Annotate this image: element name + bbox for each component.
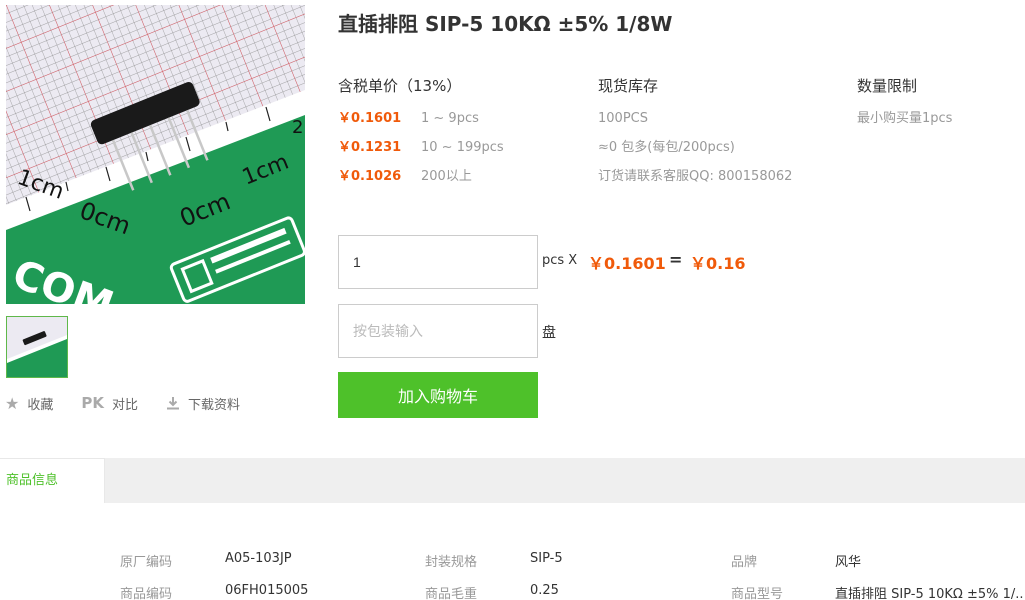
price-tier-row: ￥0.1026 200以上: [338, 167, 504, 196]
package-input[interactable]: [338, 304, 538, 358]
spec-value: 0.25: [530, 583, 559, 598]
price-tier-row: ￥0.1231 10 ~ 199pcs: [338, 138, 504, 167]
favorite-button[interactable]: ★ 收藏: [5, 394, 53, 413]
add-to-cart-button[interactable]: 加入购物车: [338, 372, 538, 418]
thumbnail-image[interactable]: [6, 316, 68, 378]
spec-label: 原厂编码: [120, 555, 173, 570]
product-image[interactable]: 1cm 0cm 0cm 1cm 2 COM: [6, 5, 305, 304]
unit-price: ￥0.1601: [588, 254, 666, 273]
download-label: 下载资料: [188, 397, 241, 413]
compare-label: 对比: [111, 397, 138, 413]
spec-value: SIP-5: [530, 551, 563, 566]
quantity-unit: pcs X: [542, 253, 578, 268]
tier-price: ￥0.1026: [338, 169, 402, 184]
tier-range: 200以上: [421, 169, 472, 184]
spec-value: 06FH015005: [225, 583, 309, 598]
product-title: 直插排阻 SIP-5 10KΩ ±5% 1/8W: [338, 12, 673, 36]
limit-header: 数量限制: [857, 77, 918, 95]
spec-label: 商品毛重: [425, 587, 478, 600]
min-purchase: 最小购买量1pcs: [857, 111, 953, 126]
spec-label: 商品型号: [731, 587, 784, 600]
spec-value: A05-103JP: [225, 551, 292, 566]
spec-label: 封装规格: [425, 555, 478, 570]
tier-price: ￥0.1231: [338, 140, 402, 155]
download-icon: [166, 396, 180, 410]
quantity-input[interactable]: [338, 235, 538, 289]
tier-range: 10 ~ 199pcs: [421, 140, 504, 155]
spec-label: 品牌: [731, 555, 758, 570]
spec-value: 直插排阻 SIP-5 10KΩ ±5% 1/..: [835, 587, 1024, 600]
price-column: 含税单价（13%） ￥0.1601 1 ~ 9pcs ￥0.1231 10 ~ 19…: [338, 76, 504, 196]
pk-icon: PK: [81, 394, 104, 412]
package-unit: 盘: [542, 325, 556, 341]
price-tier-row: ￥0.1601 1 ~ 9pcs: [338, 109, 504, 138]
stock-header: 现货库存: [598, 77, 659, 95]
detail-tab-bar: 商品信息: [0, 458, 1025, 503]
compare-button[interactable]: PK 对比: [81, 394, 138, 413]
ruler-label-edge: 2: [292, 117, 303, 138]
tier-price: ￥0.1601: [338, 111, 402, 126]
price-header: 含税单价（13%）: [338, 77, 462, 95]
stock-contact: 订货请联系客服QQ: 800158062: [598, 169, 793, 184]
stock-column: 现货库存 100PCS ≈0 包多(每包/200pcs) 订货请联系客服QQ: …: [598, 76, 792, 196]
star-icon: ★: [5, 393, 20, 413]
download-button[interactable]: 下载资料: [166, 394, 240, 413]
stock-packages: ≈0 包多(每包/200pcs): [598, 140, 735, 155]
favorite-label: 收藏: [27, 397, 54, 413]
spec-value: 风华: [835, 555, 862, 570]
equals-sign: =: [669, 250, 683, 269]
limit-column: 数量限制 最小购买量1pcs: [857, 76, 952, 138]
tier-range: 1 ~ 9pcs: [421, 111, 479, 126]
tab-product-info[interactable]: 商品信息: [0, 458, 105, 503]
spec-label: 商品编码: [120, 587, 173, 600]
product-actions: ★ 收藏 PK 对比 下载资料: [5, 393, 268, 413]
total-price: ￥0.16: [690, 254, 746, 273]
stock-count: 100PCS: [598, 111, 648, 126]
